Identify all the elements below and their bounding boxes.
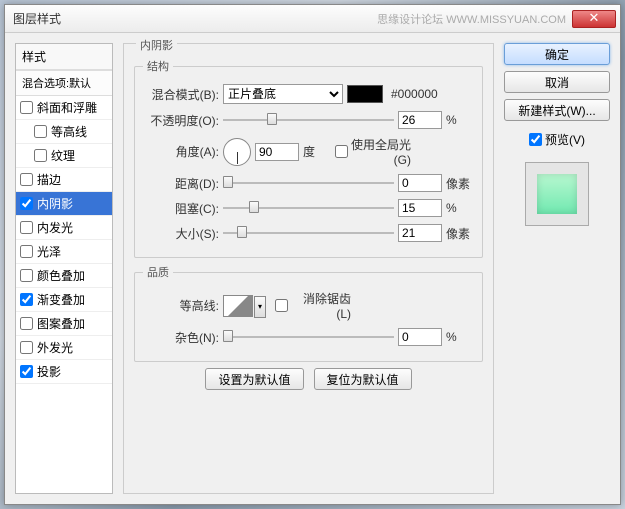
styles-sidebar: 样式 混合选项:默认 斜面和浮雕等高线纹理描边内阴影内发光光泽颜色叠加渐变叠加图… <box>15 43 113 494</box>
color-swatch[interactable] <box>347 85 383 103</box>
choke-unit: % <box>446 201 474 215</box>
sidebar-item-1[interactable]: 等高线 <box>16 120 112 144</box>
sidebar-item-check-6[interactable] <box>20 245 33 258</box>
cancel-button[interactable]: 取消 <box>504 71 610 93</box>
sidebar-item-check-4[interactable] <box>20 197 33 210</box>
sidebar-item-10[interactable]: 外发光 <box>16 336 112 360</box>
sidebar-item-check-9[interactable] <box>20 317 33 330</box>
blend-mode-select[interactable]: 正片叠底 <box>223 84 343 104</box>
global-light-checkbox[interactable]: 使用全局光(G) <box>335 136 411 167</box>
quality-group: 品质 等高线: ▾ 消除锯齿(L) 杂色(N): % <box>134 264 483 362</box>
ok-button[interactable]: 确定 <box>504 43 610 65</box>
sidebar-item-check-7[interactable] <box>20 269 33 282</box>
sidebar-item-check-5[interactable] <box>20 221 33 234</box>
panel-title: 内阴影 <box>136 37 177 53</box>
sidebar-item-5[interactable]: 内发光 <box>16 216 112 240</box>
choke-label: 阻塞(C): <box>143 200 219 217</box>
size-input[interactable] <box>398 224 442 242</box>
sidebar-item-8[interactable]: 渐变叠加 <box>16 288 112 312</box>
distance-label: 距离(D): <box>143 175 219 192</box>
sidebar-item-0[interactable]: 斜面和浮雕 <box>16 96 112 120</box>
noise-input[interactable] <box>398 328 442 346</box>
structure-group: 结构 混合模式(B): 正片叠底 #000000 不透明度(O): % <box>134 58 483 258</box>
sidebar-item-label: 外发光 <box>37 339 73 356</box>
angle-unit: 度 <box>303 143 331 160</box>
opacity-slider[interactable] <box>223 112 394 128</box>
chevron-down-icon[interactable]: ▾ <box>254 296 266 318</box>
sidebar-item-9[interactable]: 图案叠加 <box>16 312 112 336</box>
sidebar-blend-defaults[interactable]: 混合选项:默认 <box>16 70 112 96</box>
sidebar-item-label: 颜色叠加 <box>37 267 85 284</box>
distance-unit: 像素 <box>446 175 474 192</box>
angle-dial[interactable] <box>223 138 251 166</box>
reset-default-button[interactable]: 复位为默认值 <box>314 368 412 390</box>
close-button[interactable]: ✕ <box>572 10 616 28</box>
sidebar-item-label: 斜面和浮雕 <box>37 99 97 116</box>
contour-picker[interactable]: ▾ <box>223 295 253 317</box>
titlebar[interactable]: 图层样式 思缘设计论坛 WWW.MISSYUAN.COM ✕ <box>5 5 620 33</box>
distance-input[interactable] <box>398 174 442 192</box>
sidebar-item-label: 纹理 <box>51 147 75 164</box>
sidebar-item-label: 投影 <box>37 363 61 380</box>
sidebar-item-label: 描边 <box>37 171 61 188</box>
opacity-label: 不透明度(O): <box>143 112 219 129</box>
sidebar-item-11[interactable]: 投影 <box>16 360 112 384</box>
effect-panel: 内阴影 结构 混合模式(B): 正片叠底 #000000 不透明度(O): % <box>123 43 494 494</box>
angle-input[interactable] <box>255 143 299 161</box>
sidebar-header[interactable]: 样式 <box>16 44 112 70</box>
size-slider[interactable] <box>223 225 394 241</box>
noise-unit: % <box>446 330 474 344</box>
preview-swatch <box>537 174 577 214</box>
set-default-button[interactable]: 设置为默认值 <box>205 368 303 390</box>
distance-slider[interactable] <box>223 175 394 191</box>
sidebar-item-label: 内阴影 <box>37 195 73 212</box>
color-hex: #000000 <box>391 87 438 101</box>
quality-legend: 品质 <box>143 264 173 280</box>
preview-box <box>525 162 589 226</box>
angle-label: 角度(A): <box>143 143 219 160</box>
sidebar-item-check-0[interactable] <box>20 101 33 114</box>
sidebar-item-label: 内发光 <box>37 219 73 236</box>
size-label: 大小(S): <box>143 225 219 242</box>
noise-slider[interactable] <box>223 329 394 345</box>
opacity-input[interactable] <box>398 111 442 129</box>
sidebar-item-check-10[interactable] <box>20 341 33 354</box>
sidebar-item-6[interactable]: 光泽 <box>16 240 112 264</box>
antialias-checkbox[interactable]: 消除锯齿(L) <box>275 290 351 321</box>
sidebar-item-check-1[interactable] <box>34 125 47 138</box>
sidebar-item-label: 光泽 <box>37 243 61 260</box>
blend-mode-label: 混合模式(B): <box>143 86 219 103</box>
noise-label: 杂色(N): <box>143 329 219 346</box>
right-column: 确定 取消 新建样式(W)... 预览(V) <box>504 43 610 494</box>
sidebar-item-4[interactable]: 内阴影 <box>16 192 112 216</box>
contour-label: 等高线: <box>143 297 219 314</box>
sidebar-item-check-11[interactable] <box>20 365 33 378</box>
sidebar-item-2[interactable]: 纹理 <box>16 144 112 168</box>
opacity-unit: % <box>446 113 474 127</box>
sidebar-item-7[interactable]: 颜色叠加 <box>16 264 112 288</box>
sidebar-item-label: 图案叠加 <box>37 315 85 332</box>
sidebar-item-check-8[interactable] <box>20 293 33 306</box>
sidebar-item-check-3[interactable] <box>20 173 33 186</box>
layer-style-dialog: 图层样式 思缘设计论坛 WWW.MISSYUAN.COM ✕ 样式 混合选项:默… <box>4 4 621 505</box>
sidebar-item-check-2[interactable] <box>34 149 47 162</box>
choke-input[interactable] <box>398 199 442 217</box>
sidebar-item-label: 渐变叠加 <box>37 291 85 308</box>
watermark: 思缘设计论坛 WWW.MISSYUAN.COM <box>377 11 566 27</box>
sidebar-item-3[interactable]: 描边 <box>16 168 112 192</box>
preview-checkbox[interactable]: 预览(V) <box>504 131 610 148</box>
dialog-title: 图层样式 <box>13 10 377 27</box>
new-style-button[interactable]: 新建样式(W)... <box>504 99 610 121</box>
choke-slider[interactable] <box>223 200 394 216</box>
sidebar-item-label: 等高线 <box>51 123 87 140</box>
structure-legend: 结构 <box>143 58 173 74</box>
size-unit: 像素 <box>446 225 474 242</box>
